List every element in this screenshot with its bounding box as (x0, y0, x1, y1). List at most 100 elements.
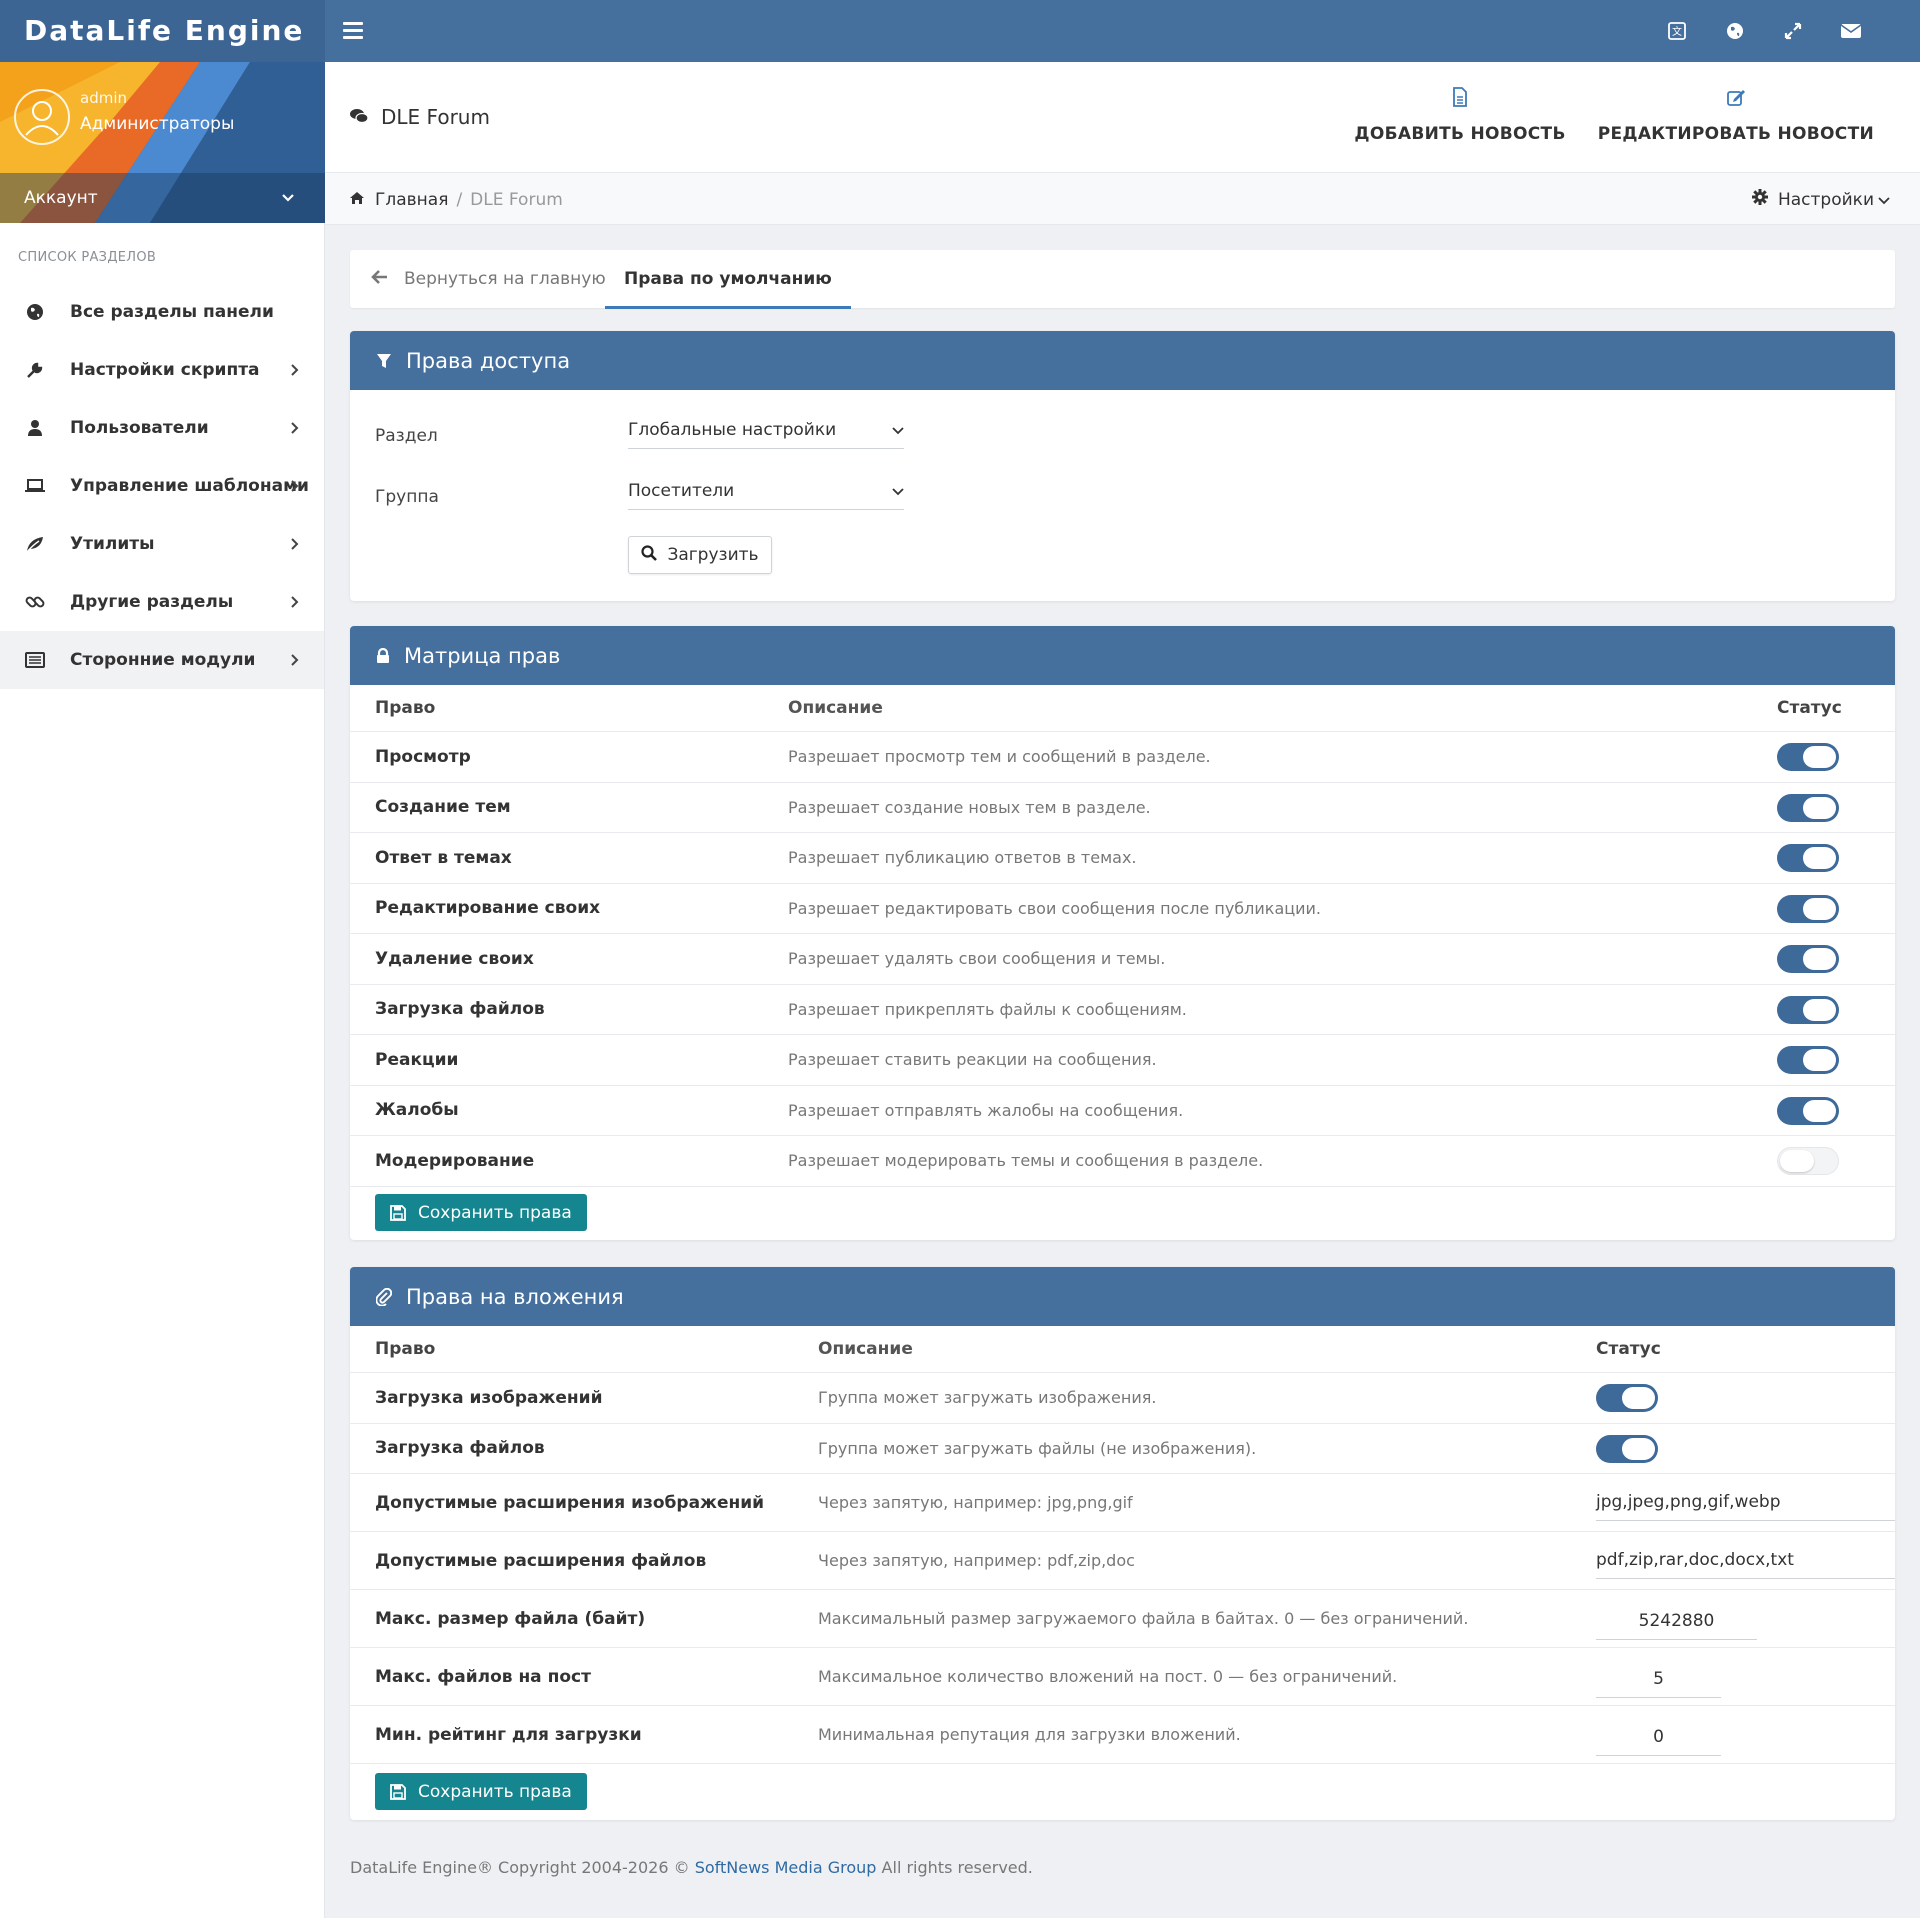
col-right-header: Право (375, 698, 436, 718)
footer-suffix: All rights reserved. (881, 1858, 1033, 1877)
status-toggle[interactable] (1777, 1046, 1839, 1074)
save-rights-label: Сохранить права (418, 1202, 572, 1223)
status-toggle[interactable] (1777, 894, 1839, 923)
table-row: Просмотр Разрешает просмотр тем и сообщен… (350, 732, 1895, 783)
table-row: Модерирование Разрешает модерировать темы… (350, 1136, 1895, 1187)
status-toggle[interactable] (1777, 844, 1839, 872)
status-toggle[interactable] (1777, 793, 1839, 822)
status-toggle[interactable] (1596, 1434, 1658, 1463)
rights-matrix-panel: Матрица прав Право Описание Статус Просм… (350, 626, 1895, 1240)
leaf-icon (24, 533, 46, 555)
right-name: Мин. рейтинг для загрузки (375, 1724, 642, 1745)
edit-news-label: РЕДАКТИРОВАТЬ НОВОСТИ (1597, 124, 1874, 144)
save-rights-button[interactable]: Сохранить права (375, 1194, 587, 1231)
toggle-knob (1803, 847, 1836, 869)
home-icon (349, 190, 365, 210)
sidebar-item-other-sections[interactable]: Другие разделы (0, 573, 324, 631)
footer-link[interactable]: SoftNews Media Group (695, 1858, 877, 1877)
right-name: Создание тем (375, 797, 511, 818)
sidebar-item-script-settings[interactable]: Настройки скрипта (0, 341, 324, 399)
number-input[interactable]: 5 (1596, 1660, 1721, 1698)
tab-back-to-main[interactable]: Вернуться на главную (370, 250, 606, 308)
save-attach-rights-button[interactable]: Сохранить права (375, 1773, 587, 1810)
paperclip-icon (376, 1287, 392, 1306)
envelope-icon[interactable] (1822, 0, 1880, 62)
tabs-bar: Вернуться на главную Права по умолчанию (350, 250, 1895, 309)
save-attach-rights-label: Сохранить права (418, 1781, 572, 1802)
status-toggle[interactable] (1777, 945, 1839, 973)
brand-logo[interactable]: DataLife Engine (0, 0, 325, 62)
sidebar-item-label: Другие разделы (70, 592, 234, 612)
right-name: Загрузка файлов (375, 999, 545, 1020)
extensions-input[interactable]: pdf,zip,rar,doc,docx,txt (1596, 1541, 1895, 1579)
user-panel: admin Администраторы Аккаунт (0, 62, 325, 223)
right-description: Максимальный размер загружаемого файла в… (818, 1609, 1469, 1628)
toggle-knob (1803, 998, 1836, 1021)
add-news-label: ДОБАВИТЬ НОВОСТЬ (1354, 124, 1566, 144)
table-row: Реакции Разрешает ставить реакции на сооб… (350, 1035, 1895, 1086)
toggle-knob (1803, 796, 1836, 819)
table-row: Допустимые расширения изображений Через з… (350, 1474, 1895, 1532)
globe-icon (24, 301, 46, 323)
table-row: Макс. размер файла (байт) Максимальный ра… (350, 1590, 1895, 1648)
page-title-text: DLE Forum (381, 105, 490, 129)
right-description: Через запятую, например: jpg,png,gif (818, 1493, 1133, 1512)
search-icon (641, 544, 658, 566)
list-icon (24, 649, 46, 671)
table-row: Жалобы Разрешает отправлять жалобы на соо… (350, 1086, 1895, 1136)
table-row: Редактирование своих Разрешает редактиров… (350, 884, 1895, 934)
attachment-rights-panel: Права на вложения Право Описание Статус … (350, 1267, 1895, 1820)
number-input[interactable]: 0 (1596, 1718, 1721, 1756)
group-select[interactable]: Посетители (628, 472, 904, 510)
tab-default-rights[interactable]: Права по умолчанию (605, 250, 851, 309)
tab-back-label: Вернуться на главную (404, 269, 606, 289)
account-label: Аккаунт (24, 188, 98, 208)
edit-news-button[interactable]: РЕДАКТИРОВАТЬ НОВОСТИ (1582, 82, 1890, 144)
settings-dropdown[interactable]: Настройки (1751, 173, 1890, 226)
chevron-right-icon (290, 594, 300, 614)
load-button[interactable]: Загрузить (628, 536, 772, 574)
breadcrumb-bar: Главная / DLE Forum Настройки (325, 172, 1920, 225)
account-dropdown[interactable]: Аккаунт (0, 173, 325, 223)
avatar[interactable] (14, 89, 70, 145)
breadcrumb-current: DLE Forum (470, 189, 563, 210)
sidebar-title: СПИСОК РАЗДЕЛОВ (18, 250, 157, 265)
sidebar: admin Администраторы Аккаунт СПИСОК РАЗД… (0, 62, 325, 1918)
right-name: Загрузка изображений (375, 1387, 603, 1408)
breadcrumb-separator: / (456, 189, 463, 210)
status-toggle[interactable] (1777, 1147, 1839, 1175)
extensions-input[interactable]: jpg,jpeg,png,gif,webp (1596, 1483, 1895, 1521)
status-toggle[interactable] (1777, 1096, 1839, 1125)
fullscreen-icon[interactable] (1764, 0, 1822, 62)
add-news-button[interactable]: ДОБАВИТЬ НОВОСТЬ (1338, 82, 1581, 144)
status-toggle[interactable] (1777, 995, 1839, 1024)
language-icon[interactable]: 文 (1648, 0, 1706, 62)
number-input[interactable]: 5242880 (1596, 1602, 1757, 1640)
toggle-knob (1622, 1387, 1655, 1409)
filter-icon (376, 353, 392, 369)
panel-title: Матрица прав (404, 643, 561, 668)
right-description: Разрешает публикацию ответов в темах. (788, 848, 1137, 868)
hamburger-menu-icon[interactable] (343, 22, 363, 40)
sidebar-item-third-party-modules[interactable]: Сторонние модули (0, 631, 324, 689)
right-description: Группа может загружать файлы (не изображ… (818, 1438, 1257, 1458)
lock-icon (376, 647, 390, 664)
right-description: Максимальное количество вложений на пост… (818, 1667, 1398, 1686)
sidebar-item-users[interactable]: Пользователи (0, 399, 324, 457)
breadcrumb-home[interactable]: Главная (349, 190, 448, 210)
right-name: Жалобы (375, 1100, 459, 1121)
status-toggle[interactable] (1596, 1384, 1658, 1412)
globe-icon[interactable] (1706, 0, 1764, 62)
sidebar-item-utilities[interactable]: Утилиты (0, 515, 324, 573)
table-header: Право Описание Статус (350, 685, 1895, 732)
table-row: Мин. рейтинг для загрузки Минимальная реп… (350, 1706, 1895, 1764)
right-description: Разрешает прикреплять файлы к сообщениям… (788, 999, 1187, 1019)
right-description: Группа может загружать изображения. (818, 1388, 1157, 1408)
chevron-down-icon (1878, 190, 1890, 210)
sidebar-item-all-sections[interactable]: Все разделы панели (0, 283, 324, 341)
section-select-value: Глобальные настройки (628, 420, 837, 440)
sidebar-item-templates[interactable]: Управление шаблонами (0, 457, 324, 515)
section-select[interactable]: Глобальные настройки (628, 411, 904, 449)
floppy-disk-icon (390, 1783, 406, 1800)
status-toggle[interactable] (1777, 743, 1839, 771)
